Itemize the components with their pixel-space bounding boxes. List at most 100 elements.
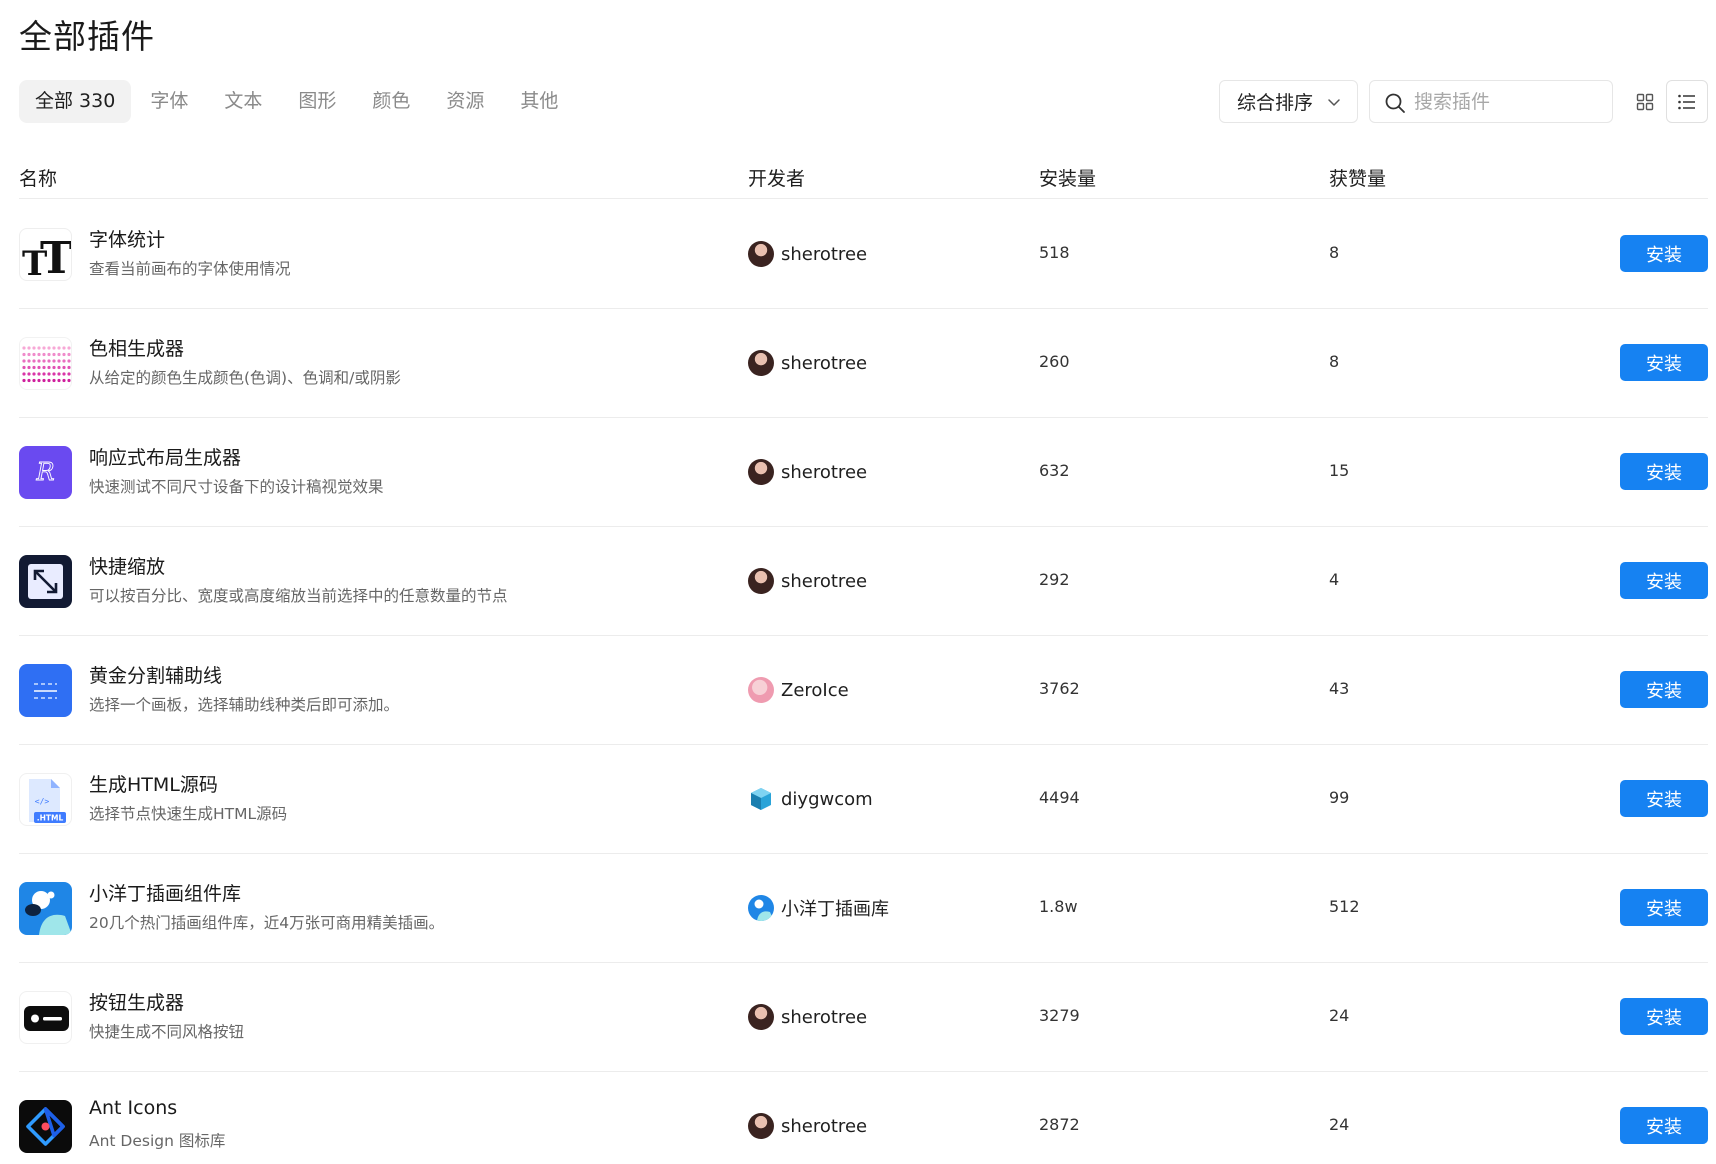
hue-dot [52,365,56,370]
like-count: 8 [1329,243,1340,262]
tab-other[interactable]: 其他 [503,80,575,123]
column-installs: 安装量 [1039,168,1097,190]
install-count: 1.8w [1039,897,1078,916]
list-view-icon [1678,94,1695,109]
hue-dot [27,359,31,363]
hue-dot [62,365,66,370]
hue-dot [37,365,41,370]
hue-dot [22,365,26,370]
hue-dot [62,352,66,357]
hue-dot [22,352,26,357]
install-count: 4494 [1039,788,1080,807]
sort-dropdown[interactable]: 综合排序 [1219,80,1358,123]
table-row: Ant Icons Ant Design 图标库 sherotree 2872 … [19,1072,1708,1164]
hue-dot [27,372,31,376]
avatar [748,677,774,703]
plugin-name: 响应式布局生成器 [89,447,242,469]
hue-generator-icon [19,337,72,390]
table-row: 色相生成器 从给定的颜色生成颜色(色调)、色调和/或阴影 sherotree 2… [19,309,1708,418]
font-stats-icon: T T [19,228,72,281]
install-button[interactable]: 安装 [1620,889,1708,926]
install-button[interactable]: 安装 [1620,998,1708,1035]
developer[interactable]: sherotree [748,240,867,268]
illustration-library-icon [19,882,72,935]
plugin-description: 快速测试不同尺寸设备下的设计稿视觉效果 [89,478,384,496]
hue-dot [52,372,56,376]
hue-dot [42,346,46,350]
developer[interactable]: diygwcom [748,785,873,813]
like-count: 8 [1329,352,1340,371]
search-box [1369,80,1613,123]
developer[interactable]: 小洋丁插画库 [748,894,889,922]
plugin-name: 生成HTML源码 [89,774,218,796]
avatar [748,1004,774,1030]
install-button[interactable]: 安装 [1620,562,1708,599]
hue-dot [62,378,66,383]
like-count: 24 [1329,1115,1350,1134]
table-header: 名称 开发者 安装量 获赞量 [19,161,1708,199]
hue-dot [67,365,71,370]
hue-dot [37,372,41,376]
developer[interactable]: sherotree [748,458,867,486]
hue-dot [62,372,66,376]
plugin-name: 快捷缩放 [89,556,166,578]
developer[interactable]: sherotree [748,1003,867,1031]
install-button[interactable]: 安装 [1620,344,1708,381]
view-toggle [1624,80,1708,123]
plugin-name: 小洋丁插画组件库 [89,883,242,905]
like-count: 24 [1329,1006,1350,1025]
plugin-name: 黄金分割辅助线 [89,665,223,687]
hue-dot [62,346,66,350]
developer[interactable]: sherotree [748,1112,867,1140]
tab-font[interactable]: 字体 [133,80,205,123]
hue-dot [52,352,56,357]
install-button[interactable]: 安装 [1620,1107,1708,1144]
install-button[interactable]: 安装 [1620,235,1708,272]
tab-color[interactable]: 颜色 [355,80,427,123]
search-input[interactable] [1414,87,1604,117]
hue-dot [47,359,51,363]
hue-dot [32,352,36,357]
tab-resource[interactable]: 资源 [429,80,501,123]
tab-all[interactable]: 全部 330 [19,80,132,123]
table-row: </> .HTML 生成HTML源码 选择节点快速生成HTML源码 diygwc… [19,745,1708,854]
hue-dot [67,378,71,383]
hue-dot [22,378,26,383]
install-button[interactable]: 安装 [1620,453,1708,490]
avatar [748,568,774,594]
install-button[interactable]: 安装 [1620,671,1708,708]
plugin-name: Ant Icons [89,1097,178,1119]
hue-dot [42,372,46,376]
responsive-layout-icon: R [19,446,72,499]
developer[interactable]: ZeroIce [748,676,849,704]
hue-dot [67,346,71,350]
hue-dot [32,372,36,376]
tab-shape[interactable]: 图形 [281,80,353,123]
hue-dot [47,346,51,350]
svg-text:R: R [35,458,54,486]
column-developer: 开发者 [748,168,806,190]
hue-dot [57,365,61,370]
hue-dot [27,365,31,370]
hue-dot [47,372,51,376]
golden-ratio-guides-icon [19,664,72,717]
plugin-description: 选择一个画板，选择辅助线种类后即可添加。 [89,696,400,714]
developer[interactable]: sherotree [748,567,867,595]
hue-dot [32,359,36,363]
install-button[interactable]: 安装 [1620,780,1708,817]
svg-text:T: T [40,233,72,281]
grid-view-button[interactable] [1624,80,1666,123]
hue-dot [57,378,61,383]
install-count: 260 [1039,352,1070,371]
hue-dot [42,359,46,363]
install-count: 3762 [1039,679,1080,698]
developer[interactable]: sherotree [748,349,867,377]
like-count: 43 [1329,679,1350,698]
page-title: 全部插件 [19,17,155,56]
hue-dot [67,372,71,376]
hue-dot [47,365,51,370]
list-view-button[interactable] [1666,80,1708,123]
tab-text[interactable]: 文本 [207,80,279,123]
hue-dot [32,365,36,370]
plugin-description: 从给定的颜色生成颜色(色调)、色调和/或阴影 [89,369,401,387]
